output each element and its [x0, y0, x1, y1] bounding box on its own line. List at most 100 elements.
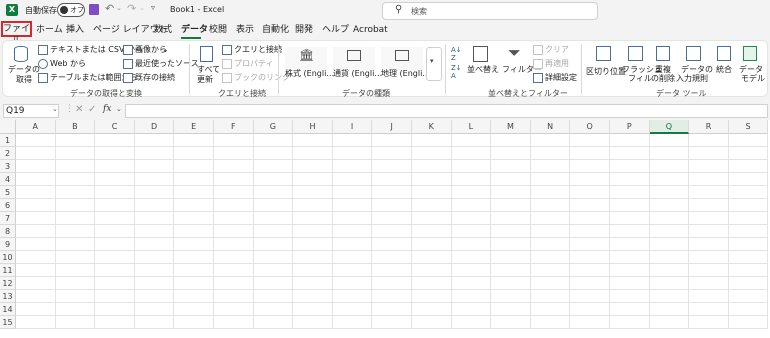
grid-cell[interactable]	[134, 212, 175, 225]
grid-cell[interactable]	[293, 251, 333, 264]
grid-cell[interactable]	[372, 186, 412, 199]
grid-cell[interactable]	[16, 199, 56, 212]
grid-cell[interactable]	[451, 212, 492, 225]
grid-cell[interactable]	[649, 238, 690, 251]
grid-cell[interactable]	[689, 186, 729, 199]
grid-cell[interactable]	[728, 264, 769, 277]
grid-cell[interactable]	[174, 277, 214, 290]
grid-cell[interactable]	[610, 251, 650, 264]
grid-cell[interactable]	[412, 290, 452, 303]
grid-cell[interactable]	[689, 303, 729, 316]
name-box-dropdown-icon[interactable]: ⌄	[52, 105, 58, 113]
grid-cell[interactable]	[372, 277, 412, 290]
column-header[interactable]: N	[530, 120, 571, 134]
grid-cell[interactable]	[293, 160, 333, 173]
data-model-button[interactable]: データ モデル	[737, 44, 765, 84]
grid-cell[interactable]	[412, 186, 452, 199]
grid-cell[interactable]	[491, 303, 531, 316]
grid-cell[interactable]	[293, 290, 333, 303]
column-header[interactable]: C	[95, 120, 135, 134]
grid-cell[interactable]	[530, 303, 571, 316]
refresh-all-button[interactable]: すべて 更新	[194, 44, 220, 86]
search-box[interactable]: ⚲ 検索	[382, 2, 598, 20]
data-validation-button[interactable]: データの 入力規則	[676, 44, 713, 84]
grid-cell[interactable]	[174, 264, 214, 277]
row-header[interactable]: 10	[0, 251, 16, 264]
data-type-geography[interactable]: 地理 (Engli…	[381, 47, 430, 78]
row-header[interactable]: 2	[0, 147, 16, 160]
grid-cell[interactable]	[491, 238, 531, 251]
column-header[interactable]: M	[491, 120, 531, 134]
grid-cell[interactable]	[610, 199, 650, 212]
grid-cell[interactable]	[253, 134, 294, 147]
column-header[interactable]: O	[570, 120, 610, 134]
confirm-entry-icon[interactable]: ✓	[88, 104, 96, 115]
row-header[interactable]: 13	[0, 290, 16, 303]
grid-cell[interactable]	[55, 251, 96, 264]
sort-button[interactable]: 並べ替え	[467, 44, 499, 84]
grid-cell[interactable]	[530, 225, 571, 238]
grid-cell[interactable]	[649, 316, 690, 329]
grid-cell[interactable]	[451, 186, 492, 199]
grid-cell[interactable]	[491, 186, 531, 199]
grid-cell[interactable]	[689, 290, 729, 303]
grid-cell[interactable]	[332, 186, 373, 199]
grid-cell[interactable]	[174, 199, 214, 212]
grid-cell[interactable]	[214, 199, 254, 212]
column-header[interactable]: R	[689, 120, 729, 134]
grid-cell[interactable]	[530, 277, 571, 290]
grid-cell[interactable]	[174, 303, 214, 316]
grid-cell[interactable]	[293, 173, 333, 186]
grid-cell[interactable]	[491, 134, 531, 147]
grid-cell[interactable]	[610, 277, 650, 290]
grid-cell[interactable]	[95, 134, 135, 147]
column-header[interactable]: D	[134, 120, 175, 134]
grid-cell[interactable]	[95, 277, 135, 290]
grid-cell[interactable]	[412, 251, 452, 264]
row-header[interactable]: 7	[0, 212, 16, 225]
undo-dropdown-icon[interactable]: ⌄	[116, 4, 122, 12]
grid-cell[interactable]	[728, 303, 769, 316]
grid-cell[interactable]	[214, 316, 254, 329]
grid-cell[interactable]	[412, 160, 452, 173]
grid-cell[interactable]	[451, 264, 492, 277]
grid-cell[interactable]	[491, 212, 531, 225]
grid-cell[interactable]	[293, 277, 333, 290]
grid-cell[interactable]	[491, 251, 531, 264]
grid-cell[interactable]	[728, 225, 769, 238]
grid-cell[interactable]	[174, 160, 214, 173]
grid-cell[interactable]	[649, 186, 690, 199]
grid-cell[interactable]	[372, 134, 412, 147]
grid-cell[interactable]	[55, 199, 96, 212]
grid-cell[interactable]	[530, 212, 571, 225]
grid-cell[interactable]	[55, 134, 96, 147]
grid-cell[interactable]	[451, 160, 492, 173]
grid-cell[interactable]	[372, 199, 412, 212]
grid-cell[interactable]	[372, 225, 412, 238]
grid-cell[interactable]	[649, 199, 690, 212]
remove-duplicates-button[interactable]: 重複 の削除	[651, 44, 675, 84]
sort-descending-icon[interactable]: Z↓ A	[451, 64, 462, 80]
grid-cell[interactable]	[174, 238, 214, 251]
grid-cell[interactable]	[214, 147, 254, 160]
tab-help[interactable]: ヘルプ	[322, 22, 349, 38]
column-header[interactable]: H	[293, 120, 333, 134]
tab-acrobat[interactable]: Acrobat	[353, 22, 388, 38]
grid-cell[interactable]	[491, 225, 531, 238]
tab-formulas[interactable]: 数式	[154, 22, 172, 38]
column-header[interactable]: L	[451, 120, 492, 134]
data-type-stocks[interactable]: 🏛 株式 (Engli…	[285, 47, 334, 78]
grid-cell[interactable]	[95, 225, 135, 238]
tab-data[interactable]: データ	[181, 22, 208, 38]
grid-cell[interactable]	[332, 212, 373, 225]
filter-button[interactable]: ⏷ フィルター	[501, 44, 542, 84]
grid-cell[interactable]	[412, 238, 452, 251]
grid-cell[interactable]	[689, 316, 729, 329]
grid-cell[interactable]	[16, 212, 56, 225]
grid-cell[interactable]	[293, 147, 333, 160]
grid-cell[interactable]	[649, 160, 690, 173]
grid-cell[interactable]	[372, 251, 412, 264]
grid-cell[interactable]	[451, 290, 492, 303]
grid-cell[interactable]	[253, 199, 294, 212]
grid-cell[interactable]	[55, 290, 96, 303]
